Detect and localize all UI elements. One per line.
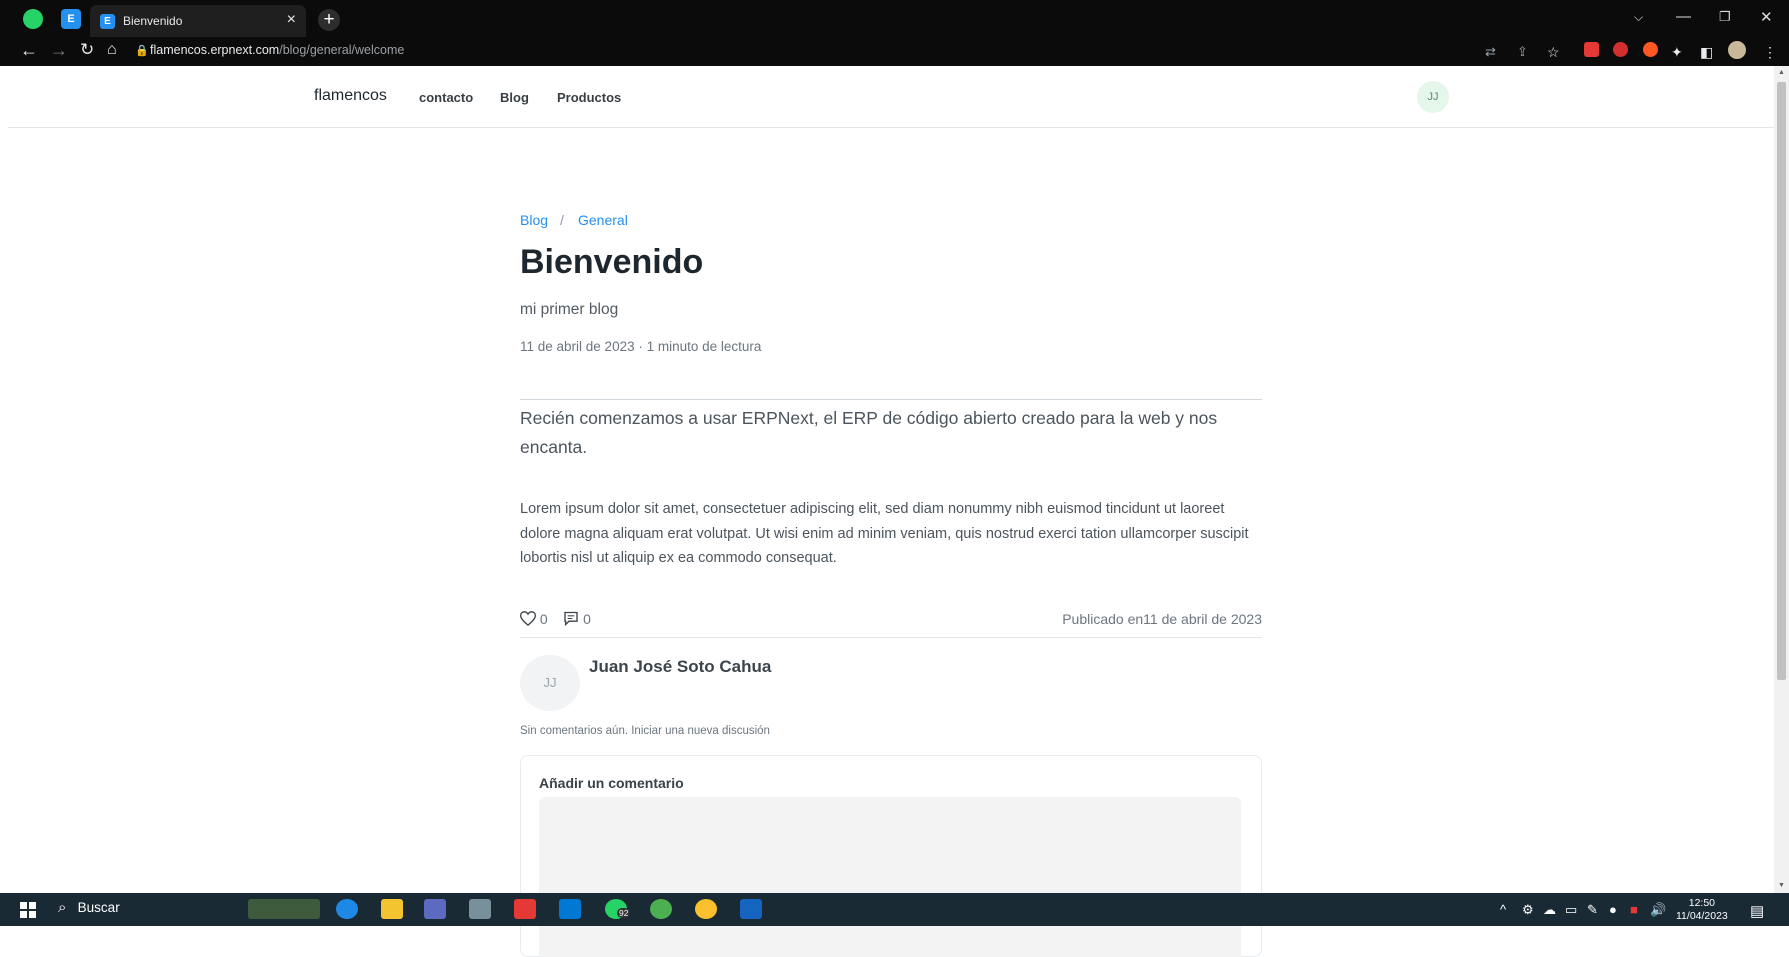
divider: [520, 399, 1262, 400]
scroll-down-icon[interactable]: ▼: [1778, 882, 1785, 889]
nav-link-contacto[interactable]: contacto: [419, 90, 473, 105]
breadcrumb-general[interactable]: General: [578, 212, 628, 228]
comment-form: Añadir un comentario: [520, 755, 1262, 957]
reload-icon[interactable]: ↻: [80, 40, 94, 60]
author-name: Juan José Soto Cahua: [589, 657, 772, 676]
comment-textarea[interactable]: [539, 797, 1241, 957]
new-tab-button[interactable]: +: [318, 9, 340, 31]
no-comments-text: Sin comentarios aún. Iniciar una nueva d…: [520, 725, 770, 737]
lock-icon[interactable]: 🔒: [135, 44, 149, 57]
edge-browser-icon[interactable]: [336, 899, 358, 919]
erpnext-favicon-icon: E: [100, 14, 115, 29]
home-icon[interactable]: ⌂: [107, 40, 117, 60]
translate-icon[interactable]: ⇄: [1485, 42, 1496, 62]
whatsapp-pinned-tab[interactable]: [23, 9, 43, 29]
volume-icon[interactable]: 🔊: [1650, 902, 1666, 918]
minimize-window-icon[interactable]: —: [1676, 8, 1691, 25]
windows-taskbar: ⌕ Buscar 92 ^ ⚙ ☁ ▭ ✎ ● ■ 🔊 12:50 11/04/…: [0, 893, 1789, 926]
visual-studio-icon[interactable]: [424, 899, 446, 919]
tab-search-chevron-icon[interactable]: ⌵: [1634, 10, 1643, 25]
address-bar[interactable]: flamencos.erpnext.com/blog/general/welco…: [150, 43, 404, 57]
taskbar-search[interactable]: ⌕ Buscar: [58, 899, 120, 916]
browser-menu-icon[interactable]: ⋮: [1763, 42, 1777, 62]
like-heart-icon[interactable]: [519, 611, 537, 629]
post-body: Lorem ipsum dolor sit amet, consectetuer…: [520, 501, 1249, 566]
user-avatar[interactable]: JJ: [1417, 81, 1449, 113]
author-avatar: JJ: [520, 655, 580, 711]
extension-red-icon[interactable]: [1584, 42, 1599, 57]
erpnext-pinned-tab[interactable]: E: [61, 9, 81, 29]
search-icon: ⌕: [58, 899, 67, 916]
page-scrollbar[interactable]: ▲ ▼: [1774, 66, 1789, 893]
windows-start-icon[interactable]: [20, 902, 36, 918]
search-highlight-image: [248, 899, 320, 919]
forward-arrow-icon[interactable]: →: [50, 40, 68, 60]
site-navbar: flamencos contacto Blog Productos JJ: [8, 66, 1774, 128]
browser-tab-strip: E E Bienvenido × + ⌵ — ❐ ✕: [0, 0, 1789, 37]
pen-icon[interactable]: ✎: [1587, 902, 1598, 918]
nav-link-productos[interactable]: Productos: [557, 90, 621, 105]
tray-anydesk-icon[interactable]: ■: [1630, 902, 1638, 917]
chat-app-icon[interactable]: [695, 899, 717, 919]
post-stats: 0 0: [519, 611, 591, 629]
post-lead: Recién comenzamos a usar ERPNext, el ERP…: [520, 408, 1218, 457]
remote-desktop-icon[interactable]: [469, 899, 491, 919]
site-brand[interactable]: flamencos: [314, 87, 387, 105]
tray-network-icon[interactable]: ⚙: [1522, 902, 1534, 918]
notifications-icon[interactable]: ▤: [1750, 902, 1764, 920]
breadcrumb-blog[interactable]: Blog: [520, 212, 548, 228]
scroll-thumb[interactable]: [1777, 82, 1786, 680]
extensions-puzzle-icon[interactable]: ✦: [1671, 42, 1683, 62]
scroll-up-icon[interactable]: ▲: [1778, 69, 1785, 76]
post-meta: 11 de abril de 2023 · 1 minuto de lectur…: [520, 339, 762, 354]
taskbar-clock[interactable]: 12:50 11/04/2023: [1676, 897, 1728, 923]
published-date: Publicado en11 de abril de 2023: [1062, 611, 1262, 627]
file-explorer-icon[interactable]: [381, 899, 403, 919]
chrome-icon[interactable]: [650, 899, 672, 919]
tab-bienvenido[interactable]: E Bienvenido ×: [90, 5, 306, 37]
comment-bubble-icon[interactable]: [563, 611, 579, 629]
add-comment-label: Añadir un comentario: [539, 775, 684, 791]
search-label: Buscar: [77, 900, 120, 915]
onedrive-icon[interactable]: ☁: [1543, 902, 1556, 918]
side-panel-icon[interactable]: ◧: [1700, 42, 1713, 62]
breadcrumb-separator: /: [560, 212, 564, 228]
adblock-icon[interactable]: [1613, 42, 1628, 57]
divider: [520, 637, 1262, 638]
tray-app-icon[interactable]: ●: [1609, 902, 1617, 917]
profile-avatar-icon[interactable]: [1728, 41, 1746, 59]
tab-close-icon[interactable]: ×: [287, 11, 296, 29]
back-arrow-icon[interactable]: ←: [20, 40, 38, 60]
clock-date: 11/04/2023: [1676, 910, 1728, 922]
extension-shield-icon[interactable]: [1643, 42, 1658, 57]
restore-window-icon[interactable]: ❐: [1719, 9, 1731, 25]
tray-chevron-icon[interactable]: ^: [1500, 902, 1506, 917]
url-host: flamencos.erpnext.com: [150, 43, 280, 57]
comment-count: 0: [583, 611, 591, 627]
url-path: /blog/general/welcome: [279, 43, 405, 57]
whatsapp-taskbar-icon[interactable]: 92: [605, 899, 631, 919]
share-icon[interactable]: ⇪: [1517, 42, 1528, 62]
post-subtitle: mi primer blog: [520, 301, 619, 318]
whatsapp-badge: 92: [617, 908, 631, 918]
like-count: 0: [539, 611, 548, 627]
tab-title: Bienvenido: [123, 14, 183, 28]
anydesk-icon[interactable]: [514, 899, 536, 919]
close-window-icon[interactable]: ✕: [1760, 8, 1773, 26]
clock-time: 12:50: [1688, 897, 1716, 909]
nav-link-blog[interactable]: Blog: [500, 90, 529, 105]
tray-device-icon[interactable]: ▭: [1565, 902, 1577, 918]
outlook-icon[interactable]: [559, 899, 581, 919]
word-icon[interactable]: [740, 899, 762, 919]
bookmark-star-icon[interactable]: ☆: [1547, 42, 1560, 62]
page-title: Bienvenido: [520, 243, 704, 281]
